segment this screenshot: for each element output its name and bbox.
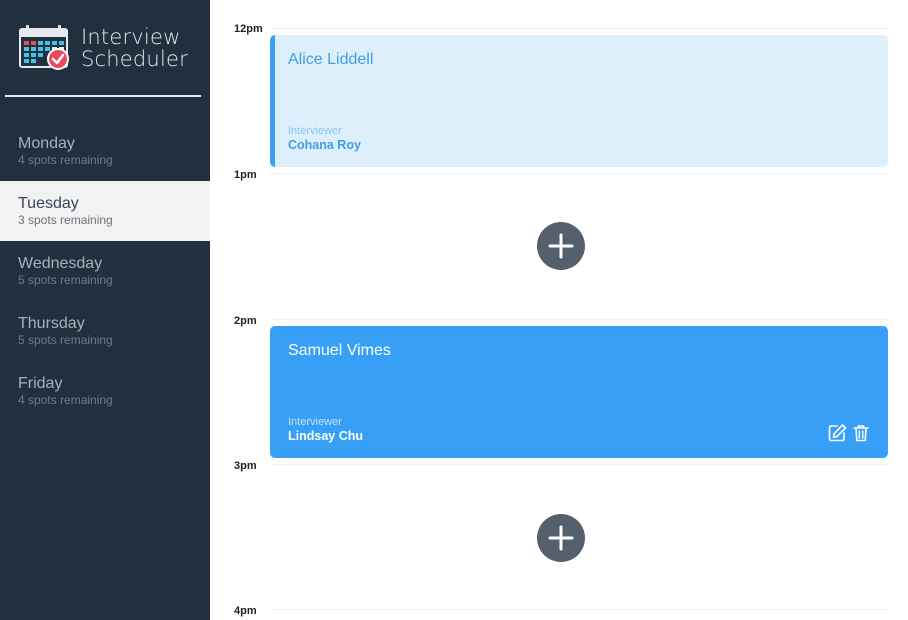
day-item-tuesday[interactable]: Tuesday 3 spots remaining [0, 181, 210, 241]
edit-icon[interactable] [827, 423, 847, 443]
day-spots: 5 spots remaining [18, 333, 113, 347]
day-spots: 3 spots remaining [18, 213, 113, 227]
appointment-card[interactable]: Alice Liddell Interviewer Cohana Roy [270, 35, 888, 167]
time-label: 1pm [234, 169, 257, 181]
hour-divider [270, 319, 888, 320]
day-name: Tuesday [18, 195, 79, 212]
time-label: 2pm [234, 315, 257, 327]
day-spots: 4 spots remaining [18, 153, 113, 167]
app-title: Interview Scheduler [81, 26, 188, 70]
day-spots: 5 spots remaining [18, 273, 113, 287]
day-item-friday[interactable]: Friday 4 spots remaining [0, 361, 210, 421]
day-item-thursday[interactable]: Thursday 5 spots remaining [0, 301, 210, 361]
time-label: 3pm [234, 460, 257, 472]
day-name: Monday [18, 135, 75, 152]
student-name: Samuel Vimes [288, 342, 391, 359]
sidebar-divider [5, 95, 201, 97]
day-spots: 4 spots remaining [18, 393, 113, 407]
hour-divider [270, 609, 888, 610]
day-item-wednesday[interactable]: Wednesday 5 spots remaining [0, 241, 210, 301]
app-title-line1: Interview [81, 25, 181, 49]
sidebar: Interview Scheduler Monday 4 spots remai… [0, 0, 210, 620]
day-name: Thursday [18, 315, 85, 332]
calendar-check-icon [19, 24, 69, 70]
hour-divider [270, 173, 888, 174]
plus-icon [548, 233, 574, 259]
add-appointment-button[interactable] [537, 222, 585, 270]
appointment-card[interactable]: Samuel Vimes Interviewer Lindsay Chu [270, 326, 888, 458]
hour-divider [270, 28, 888, 29]
day-name: Friday [18, 375, 63, 392]
plus-icon [548, 525, 574, 551]
hour-divider [270, 464, 888, 465]
student-name: Alice Liddell [288, 51, 374, 68]
appointment-actions [827, 423, 871, 443]
day-item-monday[interactable]: Monday 4 spots remaining [0, 121, 210, 181]
trash-icon[interactable] [851, 423, 871, 443]
time-label: 4pm [234, 605, 257, 617]
interviewer-name: Cohana Roy [288, 138, 361, 152]
interviewer-label: Interviewer [288, 416, 342, 428]
time-label: 12pm [234, 23, 263, 35]
interviewer-label: Interviewer [288, 125, 342, 137]
app-title-line2: Scheduler [81, 47, 188, 71]
day-name: Wednesday [18, 255, 103, 272]
add-appointment-button[interactable] [537, 514, 585, 562]
interviewer-name: Lindsay Chu [288, 429, 364, 443]
